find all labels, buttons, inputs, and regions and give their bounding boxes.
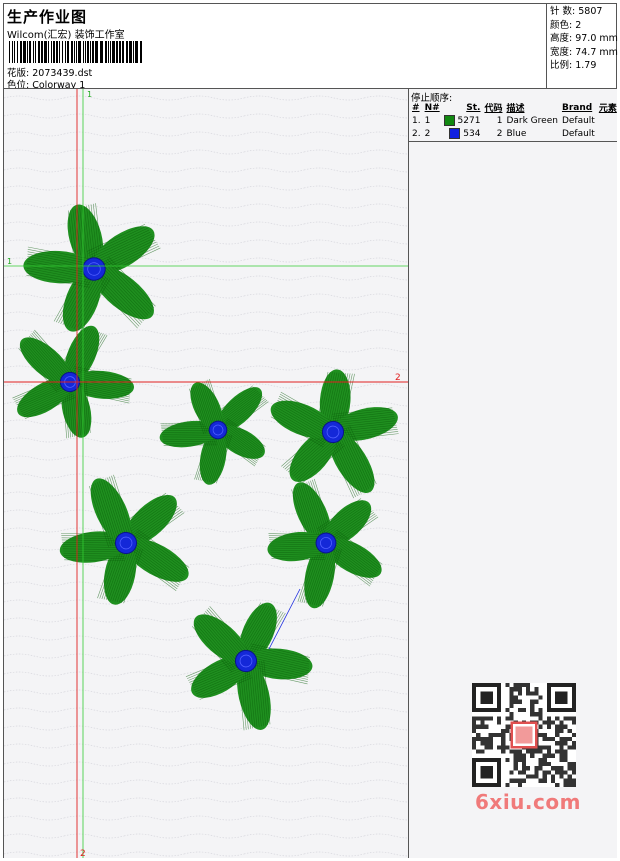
color-swatch [449,128,461,139]
row-description: Dark Green [506,115,558,126]
row-brand: Default [561,128,595,139]
row-stitch-count: 5271 [457,116,481,126]
row-needle: 2 [424,128,431,139]
embroidery-preview: 1 1 2 2 [4,89,408,858]
qr-code [472,683,576,787]
guide-label-green-left: 1 [7,257,12,266]
row-index: 1. [412,115,421,126]
col-description: 描述 [506,104,525,114]
watermark: 6xiu.com [475,790,581,814]
col-needle: N# [424,102,440,113]
row-stitches: 534 [442,127,483,140]
row-stitches: 5271 [442,114,483,127]
guide-label-green-top: 1 [87,90,92,99]
col-element: 元素 [598,104,617,114]
stat-ratio: 比例: 1.79 [550,60,597,71]
design-canvas[interactable]: 1 1 2 2 [4,89,409,858]
row-code: 1 [496,115,503,126]
design-stats: 针 数: 5807 颜色: 2 高度: 97.0 mm 宽度: 74.7 mm … [546,4,618,88]
row-needle: 1 [424,115,431,126]
guide-label-red-bottom: 2 [80,849,86,858]
table-header-row: # N# St. 代码 描述 Brand 元素 [410,101,619,115]
stat-stitches: 针 数: 5807 [550,6,603,17]
panel-divider [409,141,617,142]
row-brand: Default [561,115,595,126]
header: 生产作业图 Wilcom(汇宏) 装饰工作室 花版: 2073439.dst 色… [4,4,546,91]
company-name: Wilcom(汇宏) 装饰工作室 [7,30,125,41]
col-code: 代码 [484,104,503,114]
page-title: 生产作业图 [7,8,88,26]
row-index: 2. [412,128,421,139]
col-brand: Brand [561,102,593,113]
row-element [597,127,619,140]
stat-height: 高度: 97.0 mm [550,33,618,44]
row-description: Blue [506,128,527,139]
col-index: # [412,102,420,113]
color-swatch [443,115,455,126]
stop-sequence-table: # N# St. 代码 描述 Brand 元素 1. 1 5271 1 Dark… [410,101,619,140]
row-stitch-count: 534 [463,129,481,139]
row-element [597,114,619,127]
barcode [9,41,142,63]
col-stitches: St. [466,102,481,113]
stat-width: 宽度: 74.7 mm [550,46,618,58]
table-row[interactable]: 2. 2 534 2 Blue Default [410,127,619,140]
guide-label-red-right: 2 [395,373,401,383]
stat-colors: 颜色: 2 [550,19,582,31]
table-row[interactable]: 1. 1 5271 1 Dark Green Default [410,114,619,127]
row-code: 2 [496,128,503,139]
